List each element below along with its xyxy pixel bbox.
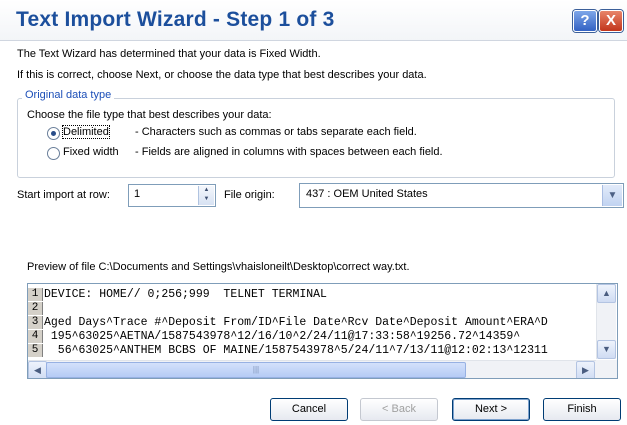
next-button[interactable]: Next >: [452, 398, 530, 421]
spin-up-icon[interactable]: ▲: [199, 186, 214, 195]
back-button[interactable]: < Back: [360, 398, 438, 421]
file-type-prompt: Choose the file type that best describes…: [27, 109, 272, 121]
radio-fixed-width-label: Fixed width: [63, 146, 119, 158]
preview-row: 195^63025^AETNA/1587543978^12/16/10^2/24…: [44, 330, 521, 343]
radio-delimited-description: - Characters such as commas or tabs sepa…: [135, 126, 417, 138]
spinner-buttons[interactable]: ▲ ▼: [198, 186, 214, 205]
preview-box: 1 DEVICE: HOME// 0;256;999 TELNET TERMIN…: [27, 283, 618, 379]
row-number: 2: [28, 302, 43, 315]
scroll-down-icon[interactable]: ▼: [597, 340, 616, 359]
group-legend: Original data type: [22, 89, 115, 101]
spin-down-icon[interactable]: ▼: [199, 195, 214, 204]
window-title: Text Import Wizard - Step 1 of 3: [16, 8, 335, 31]
vertical-scrollbar[interactable]: ▲ ▼: [596, 284, 616, 359]
intro-line-1: The Text Wizard has determined that your…: [17, 48, 321, 60]
preview-row: Aged Days^Trace #^Deposit From/ID^File D…: [44, 316, 548, 329]
finish-button[interactable]: Finish: [543, 398, 621, 421]
radio-fixed-width-indicator[interactable]: [47, 147, 60, 160]
scroll-up-icon[interactable]: ▲: [597, 284, 616, 303]
start-row-spinner[interactable]: 1 ▲ ▼: [128, 184, 216, 207]
start-row-value[interactable]: 1: [134, 188, 140, 200]
intro-line-2: If this is correct, choose Next, or choo…: [17, 69, 427, 81]
help-button[interactable]: ?: [573, 10, 597, 32]
row-number: 4: [28, 330, 43, 343]
close-icon: X: [605, 12, 616, 29]
horizontal-scrollbar[interactable]: ◀ ||| ▶: [28, 360, 596, 378]
scroll-left-icon[interactable]: ◀: [28, 361, 47, 378]
file-origin-value: 437 : OEM United States: [306, 188, 428, 200]
horizontal-scroll-thumb[interactable]: |||: [46, 362, 466, 378]
row-number: 5: [28, 344, 43, 357]
preview-row: DEVICE: HOME// 0;256;999 TELNET TERMINAL: [44, 288, 327, 301]
radio-delimited-label: Delimited: [62, 125, 110, 139]
preview-label: Preview of file C:\Documents and Setting…: [27, 261, 410, 273]
preview-content: 1 DEVICE: HOME// 0;256;999 TELNET TERMIN…: [28, 288, 596, 360]
start-row-label: Start import at row:: [17, 189, 110, 201]
help-icon: ?: [580, 12, 590, 29]
radio-delimited[interactable]: Delimited - Characters such as commas or…: [47, 125, 447, 142]
radio-fixed-width[interactable]: Fixed width - Fields are aligned in colu…: [47, 146, 477, 162]
close-button[interactable]: X: [599, 10, 623, 32]
file-origin-select[interactable]: 437 : OEM United States ▼: [299, 183, 624, 208]
scroll-corner: [596, 360, 617, 378]
radio-delimited-indicator[interactable]: [47, 127, 60, 140]
chevron-down-icon[interactable]: ▼: [602, 185, 622, 206]
cancel-button[interactable]: Cancel: [270, 398, 348, 421]
radio-fixed-width-description: - Fields are aligned in columns with spa…: [135, 146, 443, 158]
row-number: 3: [28, 316, 43, 329]
grip-icon: |||: [252, 365, 260, 374]
scroll-right-icon[interactable]: ▶: [576, 361, 595, 378]
file-origin-label: File origin:: [224, 189, 275, 201]
preview-row: 56^63025^ANTHEM BCBS OF MAINE/1587543978…: [44, 344, 548, 357]
row-number: 1: [28, 288, 43, 301]
